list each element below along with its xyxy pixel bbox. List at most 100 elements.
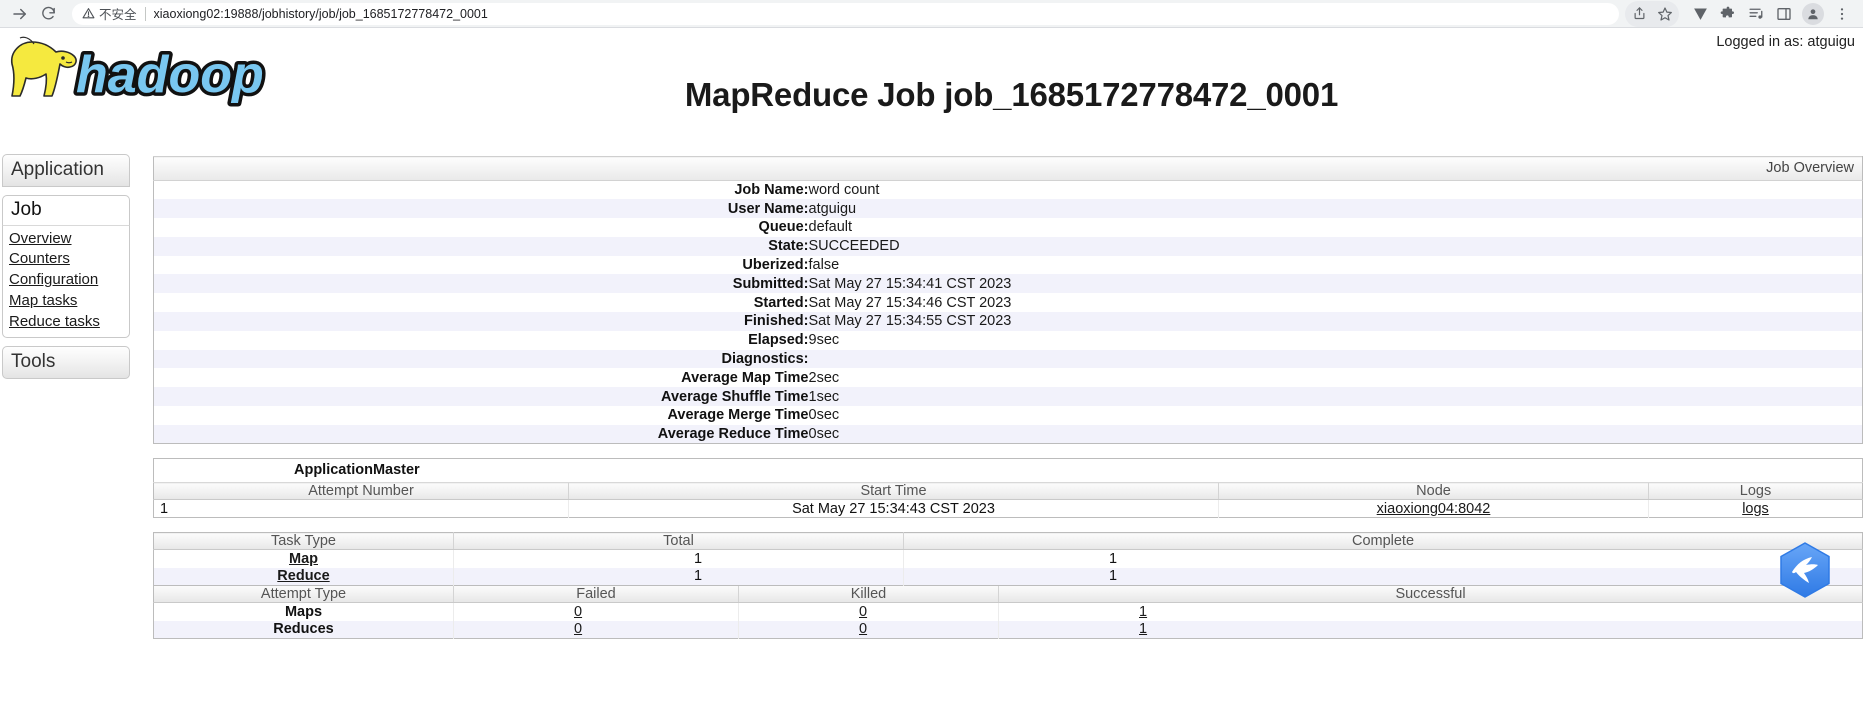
task-type-reduce-cell: Reduce — [153, 567, 454, 586]
application-master-caption: ApplicationMaster — [153, 458, 1863, 484]
attempt-type-reduces: Reduces — [153, 620, 454, 639]
sidebar-application-label: Application — [11, 159, 104, 180]
am-start-time: Sat May 27 15:34:43 CST 2023 — [568, 499, 1219, 518]
average-shuffle-time-label: Average Shuffle Time — [661, 388, 809, 405]
media-list-icon[interactable] — [1743, 1, 1769, 27]
task-type-map-cell: Map — [154, 550, 454, 568]
diagnostics-value — [809, 350, 1863, 369]
sidebar-section-job[interactable]: Job — [2, 194, 130, 226]
job-overview-row: Average Merge Time 0sec — [154, 406, 1863, 425]
browser-actions — [1625, 0, 1857, 27]
diagnostics-label: Diagnostics: — [721, 351, 809, 368]
page-title: MapReduce Job job_1685172778472_0001 — [684, 76, 1339, 113]
task-type-map-link[interactable]: Map — [289, 551, 318, 567]
forward-arrow-icon[interactable] — [6, 0, 34, 28]
url-text: xiaoxiong02:19888/jobhistory/job/job_168… — [153, 6, 488, 21]
sidebar-tools-label: Tools — [11, 351, 56, 373]
reduces-failed-cell: 0 — [453, 620, 739, 639]
column-logs[interactable]: Logs — [1648, 482, 1863, 501]
reduces-successful-link[interactable]: 1 — [1139, 621, 1147, 637]
browser-toolbar: 不安全 xiaoxiong02:19888/jobhistory/job/job… — [0, 0, 1863, 28]
attempt-type-maps: Maps — [154, 603, 454, 621]
job-overview-row: Job Name: word count — [154, 181, 1863, 200]
reload-icon[interactable] — [34, 0, 62, 28]
page-body: Logged in as: atguigu hadoop hadoop MapR… — [0, 28, 1863, 714]
chrome-menu-icon[interactable] — [1829, 1, 1855, 27]
job-overview-row: Submitted: Sat May 27 15:34:41 CST 2023 — [153, 274, 1863, 294]
queue-value: default — [808, 219, 853, 236]
started-value: Sat May 27 15:34:46 CST 2023 — [808, 294, 1012, 311]
am-logs-link[interactable]: logs — [1742, 501, 1769, 517]
column-start-time[interactable]: Start Time — [568, 482, 1219, 501]
started-label: Started: — [753, 294, 809, 311]
task-header-row: Task Type Total Complete — [153, 532, 1863, 551]
profile-avatar-icon[interactable] — [1802, 2, 1824, 25]
security-warning-chip[interactable]: 不安全 — [82, 4, 137, 23]
job-overview-row: Diagnostics: — [153, 349, 1863, 369]
sidebar-job-label: Job — [11, 198, 42, 220]
job-overview-row: Average Reduce Time 0sec — [153, 424, 1863, 444]
application-master-table: ApplicationMaster Attempt Number Start T… — [153, 458, 1863, 519]
task-summary-table: Task Type Total Complete Map 1 1 Reduce — [153, 532, 1863, 587]
extensions-puzzle-icon[interactable] — [1715, 1, 1741, 27]
task-reduce-complete-cell: 1 — [903, 567, 1863, 586]
maps-killed-cell: 0 — [738, 602, 999, 621]
job-overview-caption-row: Job Overview — [153, 156, 1863, 181]
application-master-caption-row: ApplicationMaster — [153, 458, 1863, 484]
sidebar-item-reduce-tasks[interactable]: Reduce tasks — [9, 312, 129, 333]
vimium-v-icon[interactable] — [1687, 1, 1713, 27]
column-failed[interactable]: Failed — [453, 586, 739, 604]
task-reduce-total-cell: 1 — [453, 567, 904, 586]
side-panel-icon[interactable] — [1771, 1, 1797, 27]
column-complete[interactable]: Complete — [903, 532, 1863, 551]
sidebar-item-configuration[interactable]: Configuration — [9, 270, 129, 291]
reduces-killed-cell: 0 — [738, 620, 999, 639]
maps-failed-link[interactable]: 0 — [574, 604, 582, 620]
attempt-type-maps-label: Maps — [284, 603, 323, 620]
average-merge-time-label: Average Merge Time — [667, 407, 809, 424]
sidebar-item-overview[interactable]: Overview — [9, 229, 129, 250]
column-task-type[interactable]: Task Type — [153, 532, 454, 551]
sidebar: Application Job Overview Counters Config… — [2, 154, 130, 380]
attempt-summary-table: Attempt Type Failed Killed Successful Ma… — [153, 586, 1863, 640]
share-icon[interactable] — [1626, 1, 1652, 27]
maps-failed-cell: 0 — [453, 602, 739, 621]
task-reduce-total: 1 — [694, 568, 703, 585]
table-row: Reduce 1 1 — [153, 567, 1863, 586]
task-map-complete-cell: 1 — [903, 549, 1863, 568]
job-overview-row: Average Shuffle Time 1sec — [153, 387, 1863, 407]
am-node-link[interactable]: xiaoxiong04:8042 — [1377, 501, 1491, 517]
am-node-cell: xiaoxiong04:8042 — [1218, 499, 1649, 518]
average-map-time-label: Average Map Time — [681, 369, 809, 386]
reduces-failed-link[interactable]: 0 — [574, 621, 582, 637]
reduces-killed-link[interactable]: 0 — [859, 621, 867, 637]
column-attempt-number[interactable]: Attempt Number — [153, 482, 569, 501]
column-attempt-type[interactable]: Attempt Type — [153, 586, 454, 604]
security-label: 不安全 — [99, 8, 137, 22]
job-overview-row: Uberized: false — [154, 256, 1863, 275]
column-node[interactable]: Node — [1218, 482, 1649, 501]
sidebar-item-counters[interactable]: Counters — [9, 249, 129, 270]
bird-hexagon-badge-icon[interactable] — [1779, 542, 1831, 598]
maps-killed-link[interactable]: 0 — [859, 604, 867, 620]
address-bar[interactable]: 不安全 xiaoxiong02:19888/jobhistory/job/job… — [72, 2, 1619, 25]
column-successful[interactable]: Successful — [998, 586, 1863, 604]
sidebar-section-tools[interactable]: Tools — [2, 346, 130, 380]
sidebar-section-application[interactable]: Application — [2, 154, 130, 187]
elapsed-value: 9sec — [808, 332, 840, 349]
sidebar-item-map-tasks[interactable]: Map tasks — [9, 291, 129, 312]
bookmark-star-icon[interactable] — [1652, 1, 1678, 27]
state-label: State: — [768, 238, 809, 255]
job-overview-row: Average Map Time 2sec — [154, 368, 1863, 387]
user-name-label: User Name: — [727, 200, 809, 217]
average-map-time-value: 2sec — [808, 369, 840, 386]
column-killed[interactable]: Killed — [738, 586, 999, 604]
elapsed-label: Elapsed: — [748, 332, 809, 349]
task-type-reduce-link[interactable]: Reduce — [277, 568, 329, 584]
maps-successful-link[interactable]: 1 — [1139, 604, 1147, 620]
column-total[interactable]: Total — [453, 532, 904, 551]
average-reduce-time-value: 0sec — [808, 426, 840, 442]
uberized-value: false — [808, 257, 840, 274]
job-overview-table: Job Overview Job Name: word count User N… — [153, 156, 1863, 445]
am-logs-cell: logs — [1648, 499, 1863, 518]
